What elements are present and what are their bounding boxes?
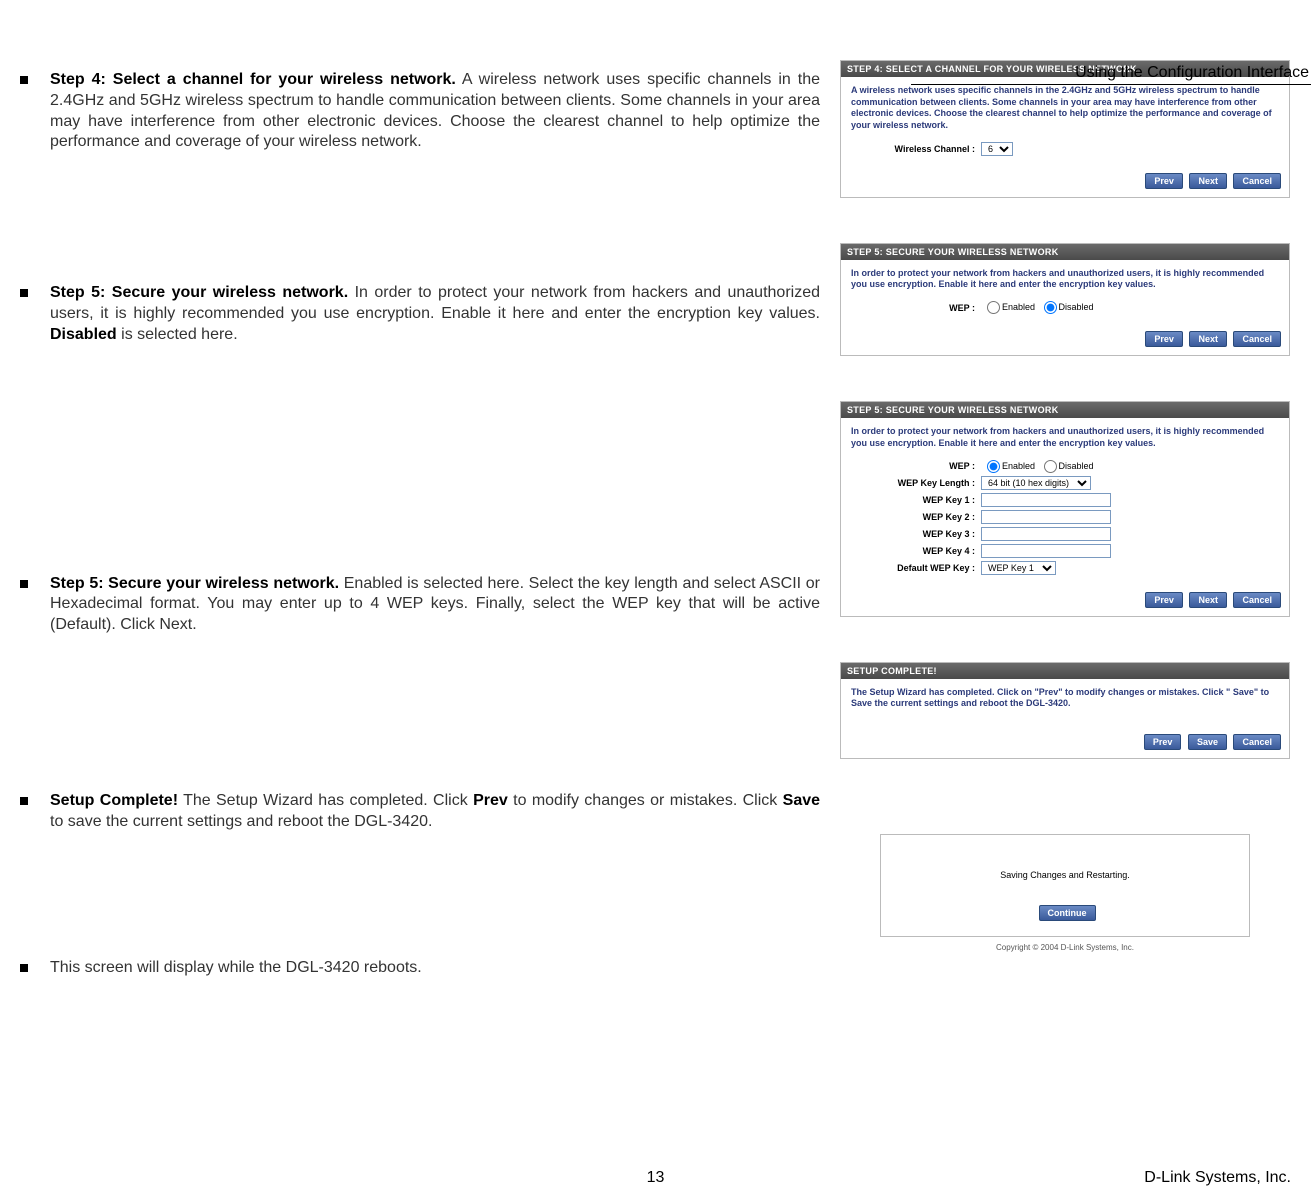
save-button[interactable]: Save	[1188, 734, 1227, 750]
wep-enabled-text: Enabled	[1002, 460, 1035, 470]
default-wep-select[interactable]: WEP Key 1	[981, 561, 1056, 575]
page-number: 13	[647, 1169, 665, 1187]
step5b-title: Step 5: Secure your wireless network.	[50, 575, 339, 592]
complete-body-mid: to modify changes or mistakes. Click	[508, 792, 783, 809]
wep-disabled-radio[interactable]	[1044, 460, 1057, 473]
wizard-step5-disabled: STEP 5: SECURE YOUR WIRELESS NETWORK In …	[840, 243, 1290, 356]
complete-body-post: to save the current settings and reboot …	[50, 813, 432, 830]
wep-enabled-radio[interactable]	[987, 460, 1000, 473]
continue-button[interactable]: Continue	[1039, 905, 1096, 921]
wizard-step5-disabled-header: STEP 5: SECURE YOUR WIRELESS NETWORK	[841, 244, 1289, 260]
complete-title: Setup Complete!	[50, 792, 178, 809]
wep-key4-input[interactable]	[981, 544, 1111, 558]
reboot-dialog: Saving Changes and Restarting. Continue	[880, 834, 1250, 937]
bullet-icon	[20, 76, 28, 84]
bullet-icon	[20, 964, 28, 972]
instructions-column: Step 4: Select a channel for your wirele…	[20, 60, 820, 998]
wizard-step4-desc: A wireless network uses specific channel…	[851, 85, 1279, 132]
bullet-icon	[20, 289, 28, 297]
wep-key2-label: WEP Key 2 :	[851, 512, 981, 522]
prev-button[interactable]: Prev	[1145, 592, 1183, 608]
wep-disabled-text: Disabled	[1059, 460, 1094, 470]
next-button[interactable]: Next	[1189, 592, 1227, 608]
next-button[interactable]: Next	[1189, 173, 1227, 189]
wep-key1-input[interactable]	[981, 493, 1111, 507]
wep-key4-label: WEP Key 4 :	[851, 546, 981, 556]
wep-key3-label: WEP Key 3 :	[851, 529, 981, 539]
step4-title: Step 4: Select a channel for your wirele…	[50, 71, 456, 88]
wep-enabled-text: Enabled	[1002, 302, 1035, 312]
instruction-reboot: This screen will display while the DGL-3…	[20, 958, 820, 979]
wizard-complete-header: SETUP COMPLETE!	[841, 663, 1289, 679]
wep-key1-label: WEP Key 1 :	[851, 495, 981, 505]
wep-keylen-select[interactable]: 64 bit (10 hex digits)	[981, 476, 1091, 490]
copyright-text: Copyright © 2004 D-Link Systems, Inc.	[880, 943, 1250, 952]
complete-body-pre: The Setup Wizard has completed. Click	[178, 792, 473, 809]
complete-bold1: Prev	[473, 792, 508, 809]
wireless-channel-select[interactable]: 6	[981, 142, 1013, 156]
wizard-step5-disabled-desc: In order to protect your network from ha…	[851, 268, 1279, 291]
default-wep-label: Default WEP Key :	[851, 563, 981, 573]
cancel-button[interactable]: Cancel	[1233, 173, 1281, 189]
bullet-icon	[20, 580, 28, 588]
prev-button[interactable]: Prev	[1144, 734, 1182, 750]
step5a-bold: Disabled	[50, 326, 117, 343]
wep-label: WEP :	[851, 461, 981, 471]
bullet-icon	[20, 797, 28, 805]
footer-company: D-Link Systems, Inc.	[1144, 1169, 1291, 1187]
instruction-step5-enabled: Step 5: Secure your wireless network. En…	[20, 574, 820, 636]
page-footer: 13 D-Link Systems, Inc.	[20, 1169, 1291, 1187]
wep-key3-input[interactable]	[981, 527, 1111, 541]
next-button[interactable]: Next	[1189, 331, 1227, 347]
instruction-complete: Setup Complete! The Setup Wizard has com…	[20, 791, 820, 833]
step5a-title: Step 5: Secure your wireless network.	[50, 284, 348, 301]
wep-disabled-radio[interactable]	[1044, 301, 1057, 314]
screenshots-column: STEP 4: SELECT A CHANNEL FOR YOUR WIRELE…	[840, 60, 1290, 998]
wizard-complete-desc: The Setup Wizard has completed. Click on…	[851, 687, 1279, 710]
wizard-step5-enabled: STEP 5: SECURE YOUR WIRELESS NETWORK In …	[840, 401, 1290, 616]
cancel-button[interactable]: Cancel	[1233, 331, 1281, 347]
wizard-step5-enabled-header: STEP 5: SECURE YOUR WIRELESS NETWORK	[841, 402, 1289, 418]
wireless-channel-label: Wireless Channel :	[851, 144, 981, 154]
wep-key2-input[interactable]	[981, 510, 1111, 524]
wizard-complete: SETUP COMPLETE! The Setup Wizard has com…	[840, 662, 1290, 759]
wep-disabled-text: Disabled	[1059, 302, 1094, 312]
prev-button[interactable]: Prev	[1145, 173, 1183, 189]
section-title: Using the Configuration Interface	[911, 64, 1311, 85]
instruction-step4: Step 4: Select a channel for your wirele…	[20, 70, 820, 153]
wep-enabled-radio[interactable]	[987, 301, 1000, 314]
reboot-message: Saving Changes and Restarting.	[881, 870, 1249, 880]
complete-bold2: Save	[783, 792, 820, 809]
step5a-body-post: is selected here.	[117, 326, 238, 343]
wizard-step5-enabled-desc: In order to protect your network from ha…	[851, 426, 1279, 449]
wep-label: WEP :	[851, 303, 981, 313]
cancel-button[interactable]: Cancel	[1233, 592, 1281, 608]
instruction-step5-disabled: Step 5: Secure your wireless network. In…	[20, 283, 820, 345]
prev-button[interactable]: Prev	[1145, 331, 1183, 347]
wep-keylen-label: WEP Key Length :	[851, 478, 981, 488]
cancel-button[interactable]: Cancel	[1233, 734, 1281, 750]
reboot-body: This screen will display while the DGL-3…	[50, 959, 422, 976]
